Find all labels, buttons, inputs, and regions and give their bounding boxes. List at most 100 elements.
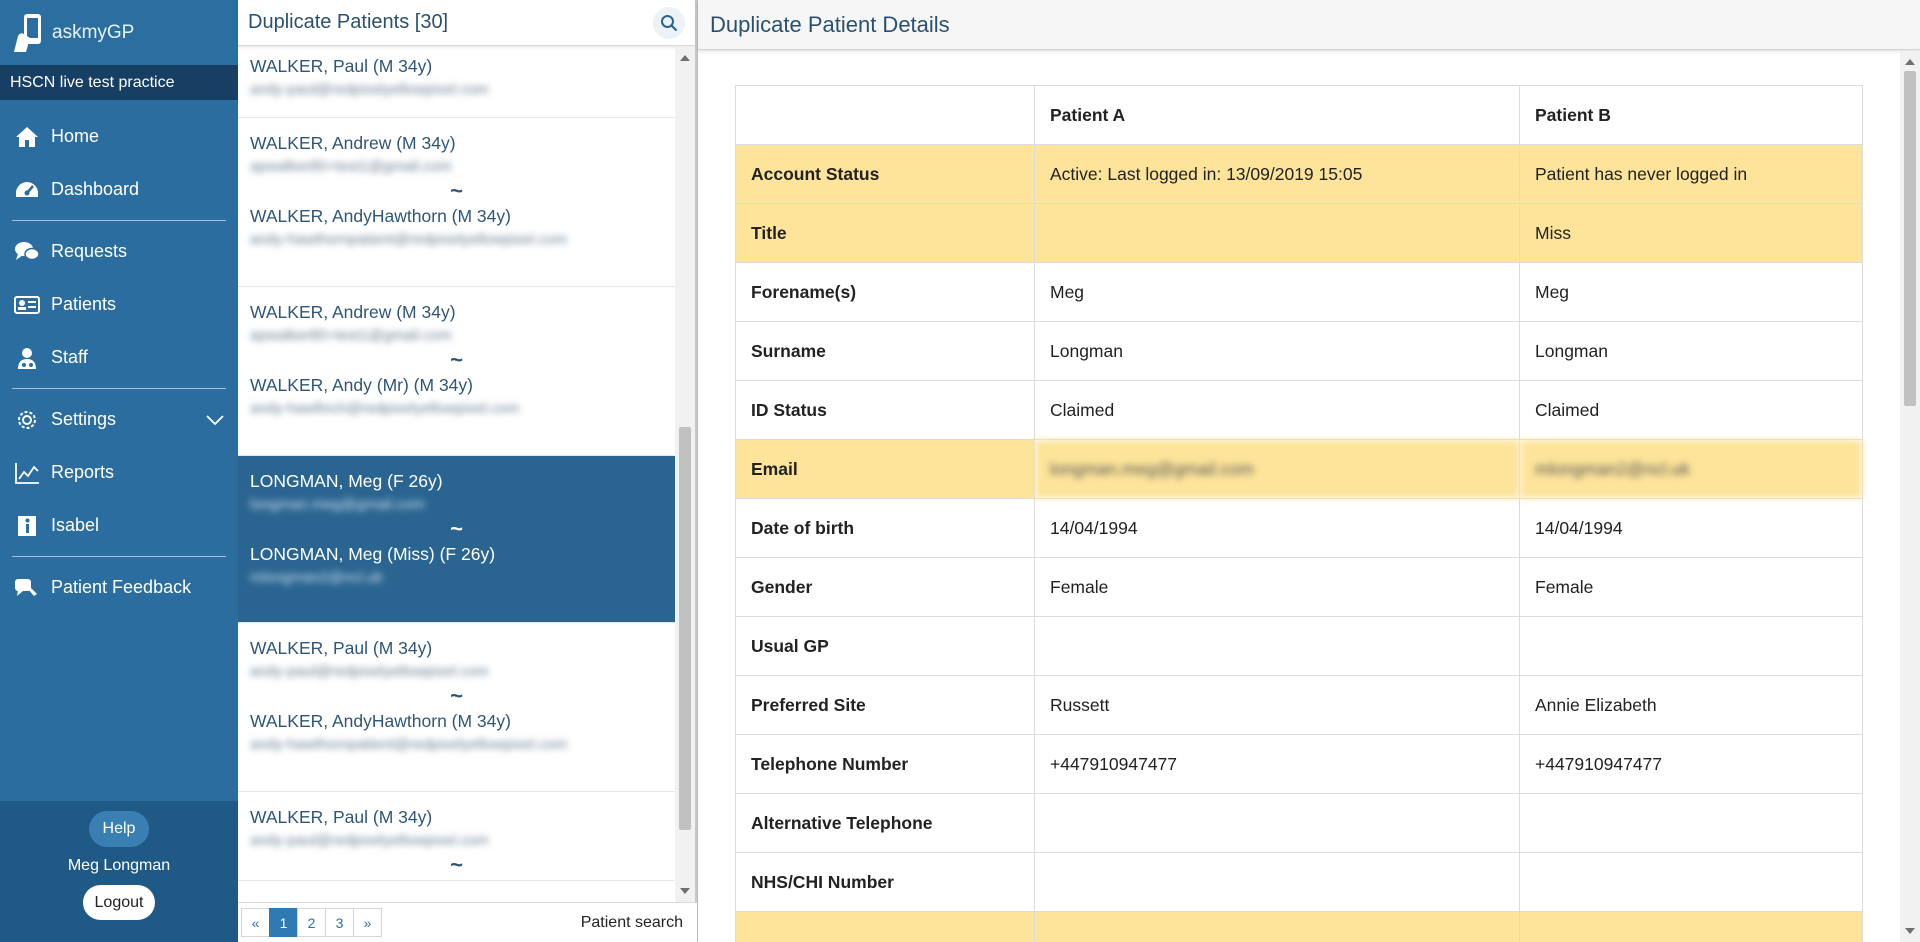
patient-b-value: 14/04/1994 xyxy=(1519,498,1863,558)
scrollbar-thumb[interactable] xyxy=(679,427,691,830)
sidebar-item-label: Isabel xyxy=(51,515,100,535)
pagination-page-3[interactable]: 3 xyxy=(325,908,354,937)
scroll-down-icon[interactable] xyxy=(1905,928,1915,934)
feedback-icon xyxy=(13,574,41,602)
row-label: Gender xyxy=(735,557,1035,617)
dashboard-icon xyxy=(13,176,41,204)
scrollbar-thumb[interactable] xyxy=(1904,71,1916,406)
duplicate-list: WALKER, Paul (M 34y) andy-paul@redpixelye… xyxy=(238,47,675,902)
patient-b-value xyxy=(1519,793,1863,853)
sidebar-item-label: Requests xyxy=(51,241,128,261)
row-label: Surname xyxy=(735,321,1035,381)
sidebar-item-staff[interactable]: Staff xyxy=(0,331,238,384)
patient-a-email: apwalker85+test1@gmail.com xyxy=(250,327,452,344)
pagination-next[interactable]: » xyxy=(353,908,382,937)
table-row: Email longman.meg@gmail.com mlongman2@ncl.… xyxy=(735,439,1863,499)
patient-a-value: +447910947477 xyxy=(1034,734,1520,794)
sidebar-item-label: Home xyxy=(51,126,100,146)
pagination-prev[interactable]: « xyxy=(241,908,270,937)
scroll-down-icon[interactable] xyxy=(680,888,690,894)
patient-a-value: Active: Last logged in: 13/09/2019 15:05 xyxy=(1034,144,1520,204)
patient-a-name: WALKER, Andrew (M 34y) xyxy=(250,133,456,153)
nav-divider xyxy=(12,388,226,389)
patient-a-email: longman.meg@gmail.com xyxy=(250,496,425,513)
scroll-up-icon[interactable] xyxy=(1905,59,1915,65)
patient-a-value xyxy=(1034,203,1520,263)
help-button[interactable]: Help xyxy=(89,811,149,847)
patient-b-name: WALKER, AndyHawthorn (M 34y) xyxy=(250,711,511,731)
logout-button[interactable]: Logout xyxy=(83,885,155,920)
list-title: Duplicate Patients [30] xyxy=(248,11,449,33)
detail-title: Duplicate Patient Details xyxy=(698,0,1920,50)
list-item[interactable]: WALKER, Paul (M 34y) andy-paul@redpixelye… xyxy=(238,47,675,118)
pagination-page-1[interactable]: 1 xyxy=(269,908,298,937)
pagination-page-2[interactable]: 2 xyxy=(297,908,326,937)
patient-b-email: andy-hawfinch@redpixelyellowpixel.com xyxy=(250,400,520,417)
pair-separator: ~ xyxy=(450,347,463,372)
list-item[interactable]: WALKER, Paul (M 34y) andy-paul@redpixelye… xyxy=(238,792,675,881)
patient-a-email: andy-paul@redpixelyellowpixel.com xyxy=(250,663,489,680)
patient-a-value: longman.meg@gmail.com xyxy=(1034,439,1520,499)
patient-b-value xyxy=(1519,911,1863,942)
list-item-selected[interactable]: LONGMAN, Meg (F 26y) longman.meg@gmail.co… xyxy=(238,456,675,623)
list-header: Duplicate Patients [30] xyxy=(238,0,695,46)
table-row: Usual GP xyxy=(735,616,1863,676)
search-button[interactable] xyxy=(653,7,685,39)
row-label: Email xyxy=(735,439,1035,499)
list-item[interactable]: WALKER, Andrew (M 34y) apwalker85+test1@g… xyxy=(238,118,675,287)
row-label xyxy=(735,911,1035,942)
patient-b-name: WALKER, AndyHawthorn (M 34y) xyxy=(250,206,511,226)
patient-a-name: WALKER, Paul (M 34y) xyxy=(250,56,433,76)
scroll-up-icon[interactable] xyxy=(680,55,690,61)
list-scrollbar[interactable] xyxy=(675,47,695,902)
practice-name: HSCN live test practice xyxy=(0,65,238,100)
row-label: Telephone Number xyxy=(735,734,1035,794)
info-icon xyxy=(13,512,41,540)
pagination: « 1 2 3 » Patient search xyxy=(238,902,697,942)
sidebar-item-label: Reports xyxy=(51,462,115,482)
patient-a-value xyxy=(1034,911,1520,942)
patient-a-value: Female xyxy=(1034,557,1520,617)
table-row: Surname Longman Longman xyxy=(735,321,1863,381)
patient-a-value xyxy=(1034,793,1520,853)
sidebar-item-home[interactable]: Home xyxy=(0,110,238,163)
detail-scrollbar[interactable] xyxy=(1900,51,1920,942)
row-label: Alternative Telephone xyxy=(735,793,1035,853)
table-row: Gender Female Female xyxy=(735,557,1863,617)
row-label: Title xyxy=(735,203,1035,263)
table-row: Alternative Telephone xyxy=(735,793,1863,853)
user-name: Meg Longman xyxy=(67,857,171,874)
sidebar-item-settings[interactable]: Settings xyxy=(0,393,238,446)
column-patient-b: Patient B xyxy=(1519,85,1863,145)
sidebar-item-patient-feedback[interactable]: Patient Feedback xyxy=(0,561,238,614)
patient-b-value: Annie Elizabeth xyxy=(1519,675,1863,735)
table-row xyxy=(735,911,1863,942)
logo-text: askmyGP xyxy=(52,21,135,43)
search-icon xyxy=(661,15,678,32)
home-icon xyxy=(13,123,41,151)
patient-search-link[interactable]: Patient search xyxy=(581,914,683,932)
patient-a-value: Meg xyxy=(1034,262,1520,322)
sidebar-item-reports[interactable]: Reports xyxy=(0,446,238,499)
logo[interactable]: askmyGP xyxy=(0,0,238,65)
table-header-empty xyxy=(735,85,1035,145)
patient-b-value xyxy=(1519,616,1863,676)
column-patient-a: Patient A xyxy=(1034,85,1520,145)
patient-b-value: Meg xyxy=(1519,262,1863,322)
row-label: Account Status xyxy=(735,144,1035,204)
sidebar-item-requests[interactable]: Requests xyxy=(0,225,238,278)
patient-b-value xyxy=(1519,852,1863,912)
sidebar-footer: Help Meg Longman Logout xyxy=(0,801,238,942)
patient-b-value: Female xyxy=(1519,557,1863,617)
sidebar-nav: Home Dashboard Requests Patients Staff S… xyxy=(0,100,238,614)
list-item[interactable]: WALKER, Andrew (M 34y) apwalker85+test1@g… xyxy=(238,287,675,456)
sidebar-item-dashboard[interactable]: Dashboard xyxy=(0,163,238,216)
chevron-down-icon[interactable] xyxy=(206,409,224,430)
sidebar-item-isabel[interactable]: Isabel xyxy=(0,499,238,552)
sidebar-item-patients[interactable]: Patients xyxy=(0,278,238,331)
list-item[interactable]: WALKER, Paul (M 34y) andy-paul@redpixelye… xyxy=(238,623,675,792)
patient-b-name: LONGMAN, Meg (Miss) (F 26y) xyxy=(250,544,496,564)
patient-b-value: mlongman2@ncl.uk xyxy=(1519,439,1863,499)
patient-a-value: Russett xyxy=(1034,675,1520,735)
patient-a-name: WALKER, Paul (M 34y) xyxy=(250,807,433,827)
